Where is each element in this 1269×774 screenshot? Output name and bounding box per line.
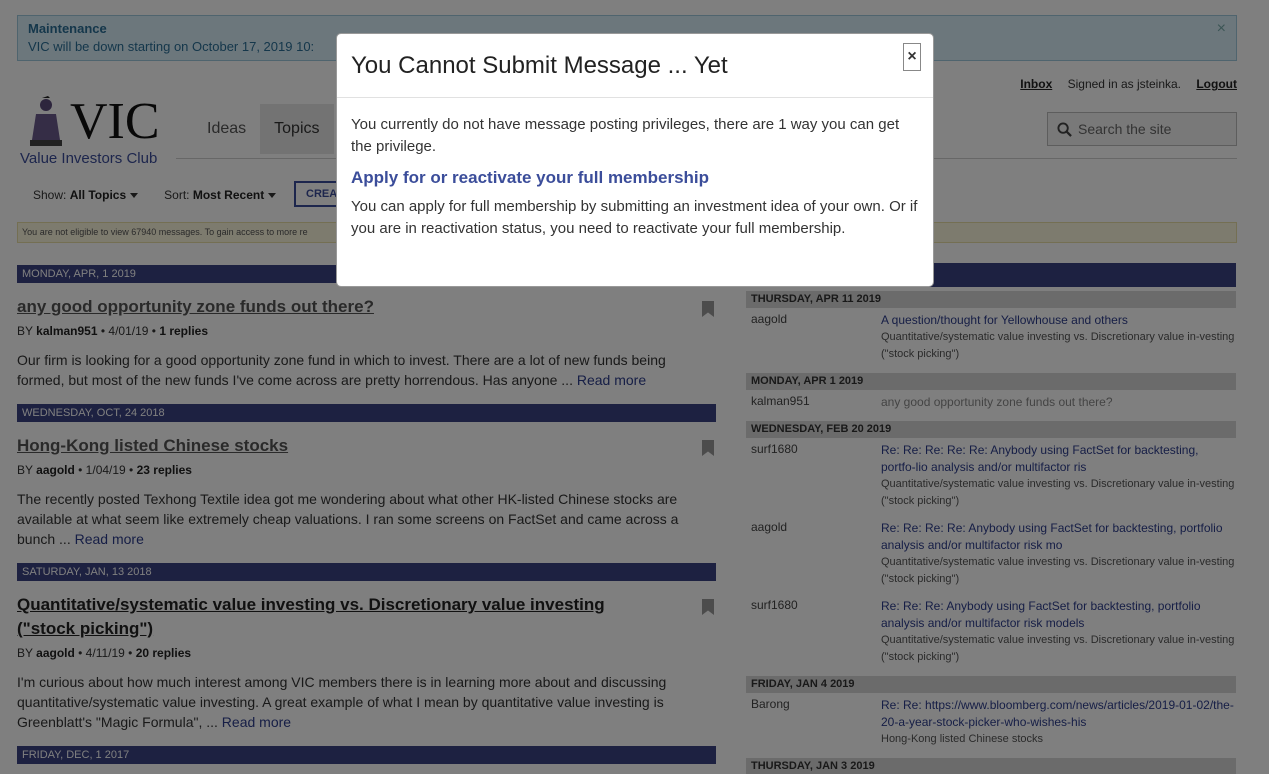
modal-title: You Cannot Submit Message ... Yet xyxy=(351,52,728,79)
modal-heading: Apply for or reactivate your full member… xyxy=(351,168,710,187)
modal-body: You currently do not have message postin… xyxy=(337,98,933,256)
page: Maintenance VIC will be down starting on… xyxy=(0,0,1269,774)
modal-intro: You currently do not have message postin… xyxy=(351,116,900,155)
close-button[interactable]: × xyxy=(903,43,921,71)
submit-message-modal: You Cannot Submit Message ... Yet × You … xyxy=(336,33,934,287)
modal-header: You Cannot Submit Message ... Yet × xyxy=(337,34,933,98)
modal-text: You can apply for full membership by sub… xyxy=(351,198,918,237)
